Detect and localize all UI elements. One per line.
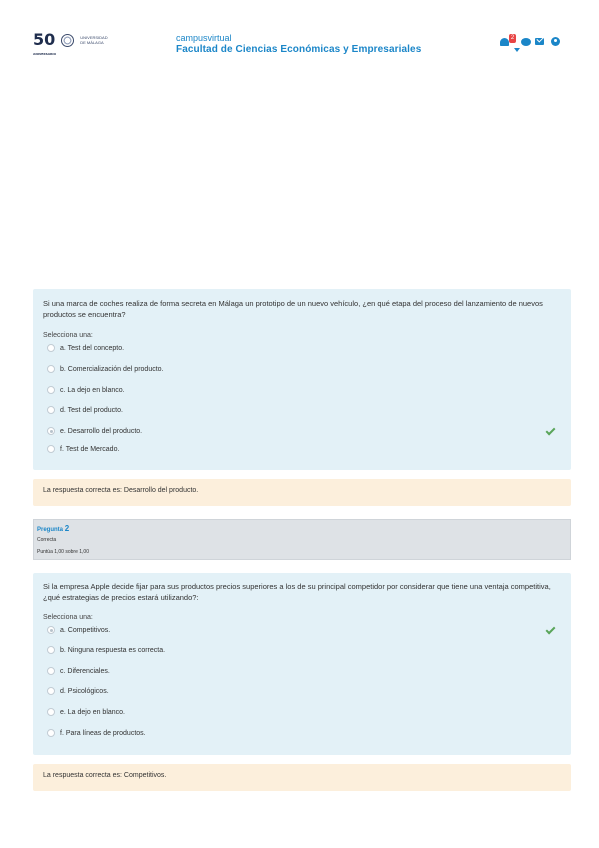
question-1-text: Si una marca de coches realiza de forma … <box>43 299 543 319</box>
question-number: Pregunta 2 <box>37 524 70 533</box>
answer-option[interactable]: c. La dejo en blanco. <box>47 386 125 394</box>
messages-button[interactable] <box>516 36 531 47</box>
correct-answer-text: La respuesta correcta es: Competitivos. <box>43 772 167 779</box>
question-2-content: Si la empresa Apple decide fijar para su… <box>33 573 571 755</box>
answer-option[interactable]: e. La dejo en blanco. <box>47 708 125 716</box>
notification-badge: 2 <box>509 33 516 43</box>
answer-option[interactable]: b. Ninguna respuesta es correcta. <box>47 646 165 654</box>
radio-button[interactable] <box>47 687 55 695</box>
select-one-label: Selecciona una: <box>43 614 93 621</box>
answer-option[interactable]: c. Diferenciales. <box>47 667 110 675</box>
radio-button[interactable] <box>47 445 55 453</box>
campus-name: campusvirtual <box>176 33 232 43</box>
site-title[interactable]: campusvirtual Facultad de Ciencias Econó… <box>176 33 421 55</box>
chevron-down-icon[interactable] <box>514 48 520 52</box>
notifications-button[interactable]: 2 <box>500 33 516 47</box>
chat-icon <box>521 37 531 46</box>
question-2-text: Si la empresa Apple decide fijar para su… <box>43 582 551 602</box>
question-1-feedback: La respuesta correcta es: Desarrollo del… <box>33 479 571 506</box>
radio-button[interactable] <box>47 386 55 394</box>
bell-icon <box>500 37 509 46</box>
select-one-label: Selecciona una: <box>43 332 93 339</box>
radio-button[interactable] <box>47 667 55 675</box>
nav-icons: 2 <box>500 33 560 48</box>
radio-button-selected[interactable] <box>47 427 55 435</box>
mail-icon <box>535 37 544 45</box>
question-2-feedback: La respuesta correcta es: Competitivos. <box>33 764 571 791</box>
question-grade: Puntúa 1,00 sobre 1,00 <box>37 549 89 555</box>
answer-option[interactable]: a. Test del concepto. <box>47 344 124 352</box>
answer-option[interactable]: d. Psicológicos. <box>47 687 109 695</box>
radio-button[interactable] <box>47 646 55 654</box>
correct-check-icon <box>545 425 556 436</box>
answer-option[interactable]: f. Test de Mercado. <box>47 445 119 453</box>
radio-button[interactable] <box>47 365 55 373</box>
page-header: 50 ANIVERSARIO UNIVERSIDAD DE MÁLAGA cam… <box>0 0 599 62</box>
correct-check-icon <box>545 624 556 635</box>
university-logo[interactable]: 50 ANIVERSARIO UNIVERSIDAD DE MÁLAGA <box>33 30 108 57</box>
answer-option[interactable]: f. Para líneas de productos. <box>47 729 146 737</box>
radio-button[interactable] <box>47 729 55 737</box>
answer-option-selected[interactable]: a. Competitivos. <box>47 626 110 634</box>
correct-answer-text: La respuesta correcta es: Desarrollo del… <box>43 487 199 494</box>
radio-button[interactable] <box>47 344 55 352</box>
answer-option[interactable]: b. Comercialización del producto. <box>47 365 164 373</box>
question-state: Correcta <box>37 537 57 543</box>
radio-button[interactable] <box>47 708 55 716</box>
university-seal-icon <box>61 33 75 47</box>
user-icon <box>551 36 560 46</box>
answer-option[interactable]: d. Test del producto. <box>47 406 123 414</box>
faculty-name: Facultad de Ciencias Económicas y Empres… <box>176 44 422 55</box>
answer-option-selected[interactable]: e. Desarrollo del producto. <box>47 427 142 435</box>
question-1-content: Si una marca de coches realiza de forma … <box>33 289 571 470</box>
anniversary-logo: 50 ANIVERSARIO <box>33 30 57 57</box>
radio-button[interactable] <box>47 406 55 414</box>
question-2-info: Pregunta 2 Correcta Puntúa 1,00 sobre 1,… <box>33 519 571 560</box>
university-name: UNIVERSIDAD DE MÁLAGA <box>80 35 108 45</box>
radio-button-selected[interactable] <box>47 626 55 634</box>
mail-button[interactable] <box>532 36 544 47</box>
user-menu-button[interactable] <box>548 36 560 47</box>
